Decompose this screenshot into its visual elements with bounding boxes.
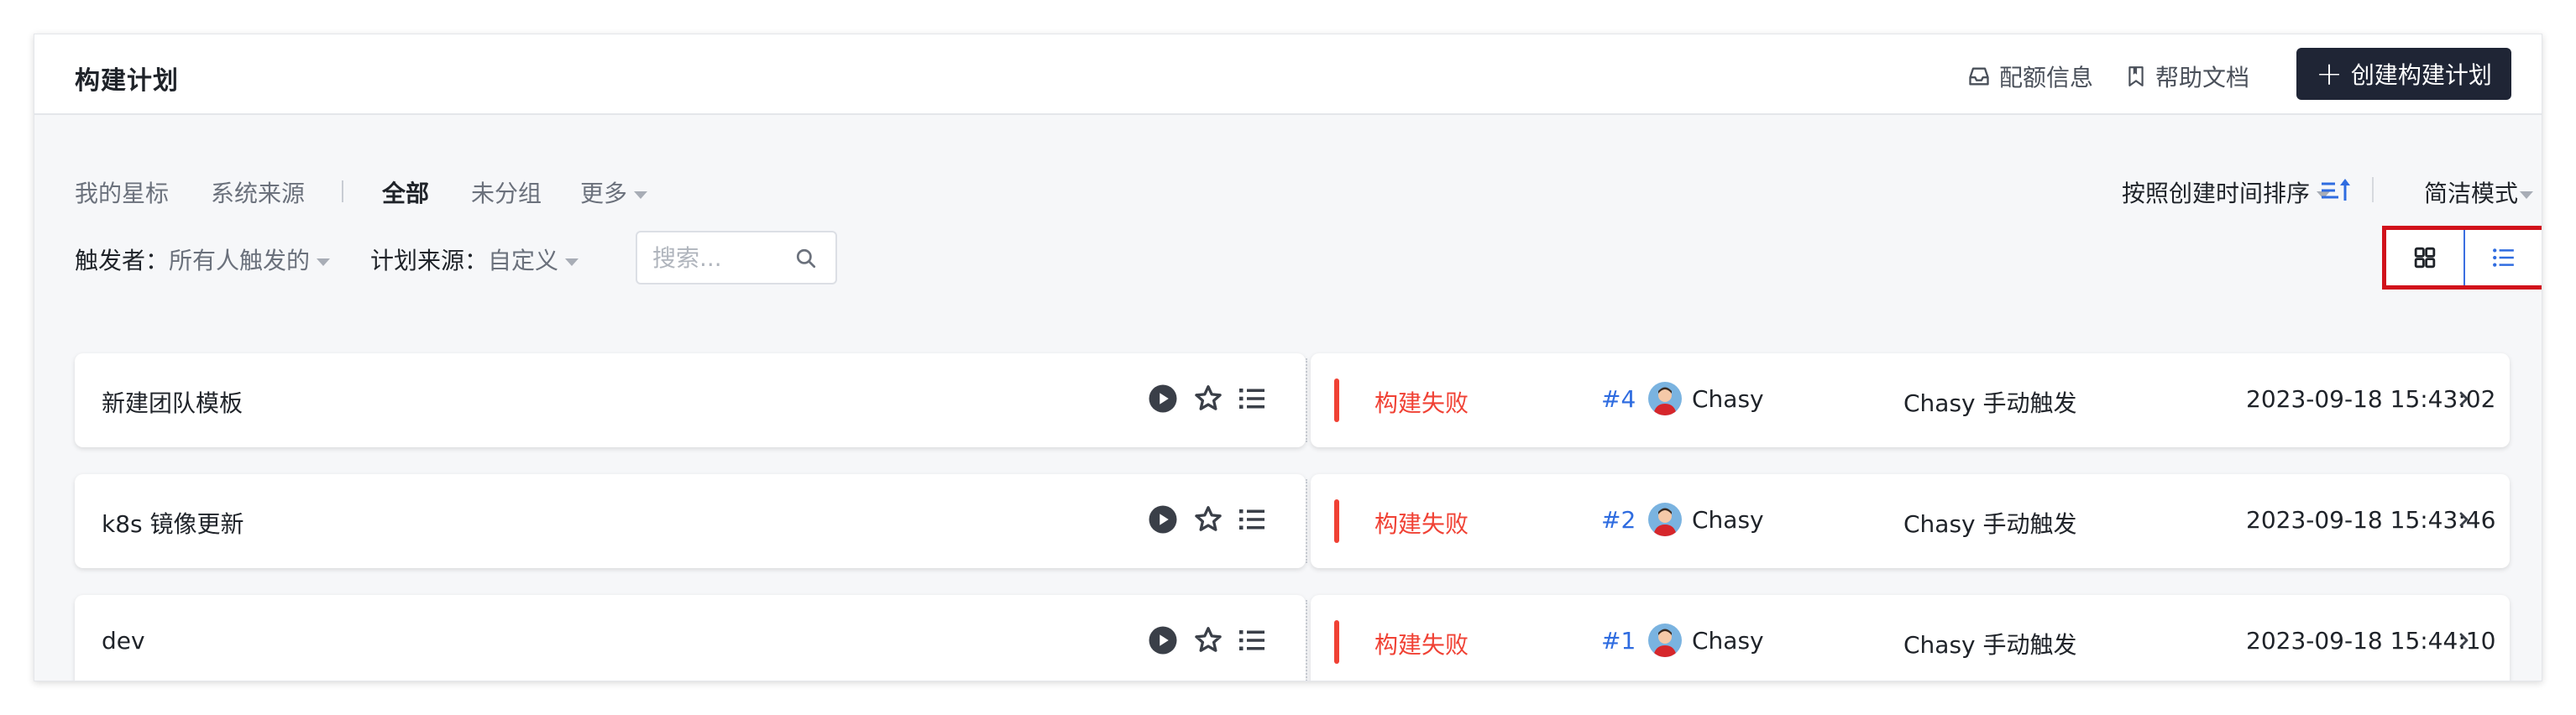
build-number-link[interactable]: #2 (1601, 506, 1636, 534)
page-header: 构建计划 配额信息 帮助文档 + 创建构建计划 (34, 34, 2542, 115)
inbox-icon (1969, 67, 1989, 86)
search-input[interactable] (652, 243, 795, 273)
plan-list: 新建团队模板 构建失败 #4 Chasy Chasy 手动触发 2023-09-… (34, 311, 2542, 681)
tab-system-source[interactable]: 系统来源 (211, 175, 305, 209)
page-title: 构建计划 (75, 66, 179, 96)
plan-info: dev (75, 595, 1306, 681)
sort-label: 按照创建时间排序 (2122, 180, 2311, 207)
search-icon (796, 248, 816, 269)
avatar (1648, 624, 1682, 657)
grid-icon (2414, 247, 2436, 269)
play-icon[interactable] (1148, 504, 1178, 535)
tab-divider (342, 180, 343, 202)
help-docs-label: 帮助文档 (2155, 64, 2250, 91)
chevron-right-icon[interactable] (2456, 387, 2473, 410)
build-status: 构建失败 (1374, 389, 1469, 417)
tab-ungrouped[interactable]: 未分组 (471, 175, 542, 209)
status-indicator (1334, 620, 1339, 664)
latest-build-info: 构建失败 #1 Chasy Chasy 手动触发 2023-09-18 15:4… (1311, 595, 2510, 681)
create-plan-label: 创建构建计划 (2350, 61, 2492, 89)
source-filter-value: 自定义 (488, 247, 559, 274)
star-icon[interactable] (1193, 504, 1223, 535)
plan-info: k8s 镜像更新 (75, 474, 1306, 568)
sort-dropdown[interactable]: 按照创建时间排序 (2122, 175, 2331, 209)
user-name: Chasy (1692, 627, 1764, 655)
list-menu-icon[interactable] (1237, 384, 1267, 414)
list-menu-icon[interactable] (1237, 504, 1267, 535)
display-mode-dropdown[interactable]: 简洁模式 (2424, 175, 2534, 209)
card-view-button[interactable] (2386, 230, 2465, 285)
user-name: Chasy (1692, 506, 1764, 534)
plan-info: 新建团队模板 (75, 353, 1306, 447)
tab-more-dropdown[interactable]: 更多 (580, 175, 648, 209)
list-item[interactable]: k8s 镜像更新 构建失败 #2 Chasy Chasy 手动触发 2023-0… (75, 474, 2510, 568)
list-menu-icon[interactable] (1237, 625, 1267, 655)
display-mode-label: 简洁模式 (2424, 180, 2519, 207)
build-status: 构建失败 (1374, 631, 1469, 659)
status-indicator (1334, 378, 1339, 422)
sort-divider (2372, 177, 2374, 202)
plus-icon: + (2316, 55, 2343, 92)
build-status: 构建失败 (1374, 510, 1469, 538)
list-icon (2493, 248, 2514, 267)
help-docs-link[interactable]: 帮助文档 (2125, 60, 2249, 93)
trigger-info: Chasy 手动触发 (1903, 510, 2077, 538)
build-number-link[interactable]: #1 (1601, 627, 1636, 655)
plan-name[interactable]: dev (102, 627, 145, 655)
caret-down-icon (317, 258, 331, 266)
user-name: Chasy (1692, 385, 1764, 413)
trigger-filter[interactable]: 触发者：所有人触发的 (75, 243, 331, 276)
chevron-right-icon[interactable] (2456, 629, 2473, 652)
star-icon[interactable] (1193, 625, 1223, 655)
play-icon[interactable] (1148, 625, 1178, 655)
bookmark-icon (2128, 66, 2144, 86)
status-indicator (1334, 499, 1339, 543)
play-icon[interactable] (1148, 384, 1178, 414)
caret-down-icon (634, 190, 648, 199)
quota-info-link[interactable]: 配额信息 (1967, 60, 2093, 93)
view-mode-toggle (2382, 226, 2542, 290)
build-plans-panel: 构建计划 配额信息 帮助文档 + 创建构建计划 我的星标 系统来源 全部 未分组… (34, 34, 2542, 681)
list-item[interactable]: dev 构建失败 #1 Chasy Chasy 手动触发 2023-09-18 … (75, 595, 2510, 681)
trigger-filter-label: 触发者： (75, 247, 170, 274)
trigger-filter-value: 所有人触发的 (169, 247, 311, 274)
latest-build-info: 构建失败 #4 Chasy Chasy 手动触发 2023-09-18 15:4… (1311, 353, 2510, 447)
avatar (1648, 382, 1682, 415)
list-item[interactable]: 新建团队模板 构建失败 #4 Chasy Chasy 手动触发 2023-09-… (75, 353, 2510, 447)
tab-all[interactable]: 全部 (382, 175, 429, 209)
source-filter[interactable]: 计划来源：自定义 (370, 243, 579, 276)
chevron-right-icon[interactable] (2456, 508, 2473, 531)
trigger-info: Chasy 手动触发 (1903, 389, 2077, 417)
source-filter-label: 计划来源： (370, 247, 489, 274)
trigger-info: Chasy 手动触发 (1903, 631, 2077, 659)
caret-down-icon (2520, 190, 2534, 199)
caret-down-icon (565, 258, 579, 266)
build-number-link[interactable]: #4 (1601, 385, 1636, 413)
plan-name[interactable]: 新建团队模板 (102, 385, 243, 419)
sort-ascending-icon[interactable] (2320, 177, 2352, 202)
list-view-button[interactable] (2465, 230, 2542, 285)
create-plan-button[interactable]: + 创建构建计划 (2296, 48, 2511, 100)
latest-build-info: 构建失败 #2 Chasy Chasy 手动触发 2023-09-18 15:4… (1311, 474, 2510, 568)
search-box (636, 231, 837, 284)
star-icon[interactable] (1193, 384, 1223, 414)
tab-my-stars[interactable]: 我的星标 (75, 175, 169, 209)
tab-more-label: 更多 (580, 180, 628, 207)
quota-info-label: 配额信息 (1999, 64, 2094, 91)
plan-name[interactable]: k8s 镜像更新 (102, 506, 244, 540)
avatar (1648, 503, 1682, 536)
